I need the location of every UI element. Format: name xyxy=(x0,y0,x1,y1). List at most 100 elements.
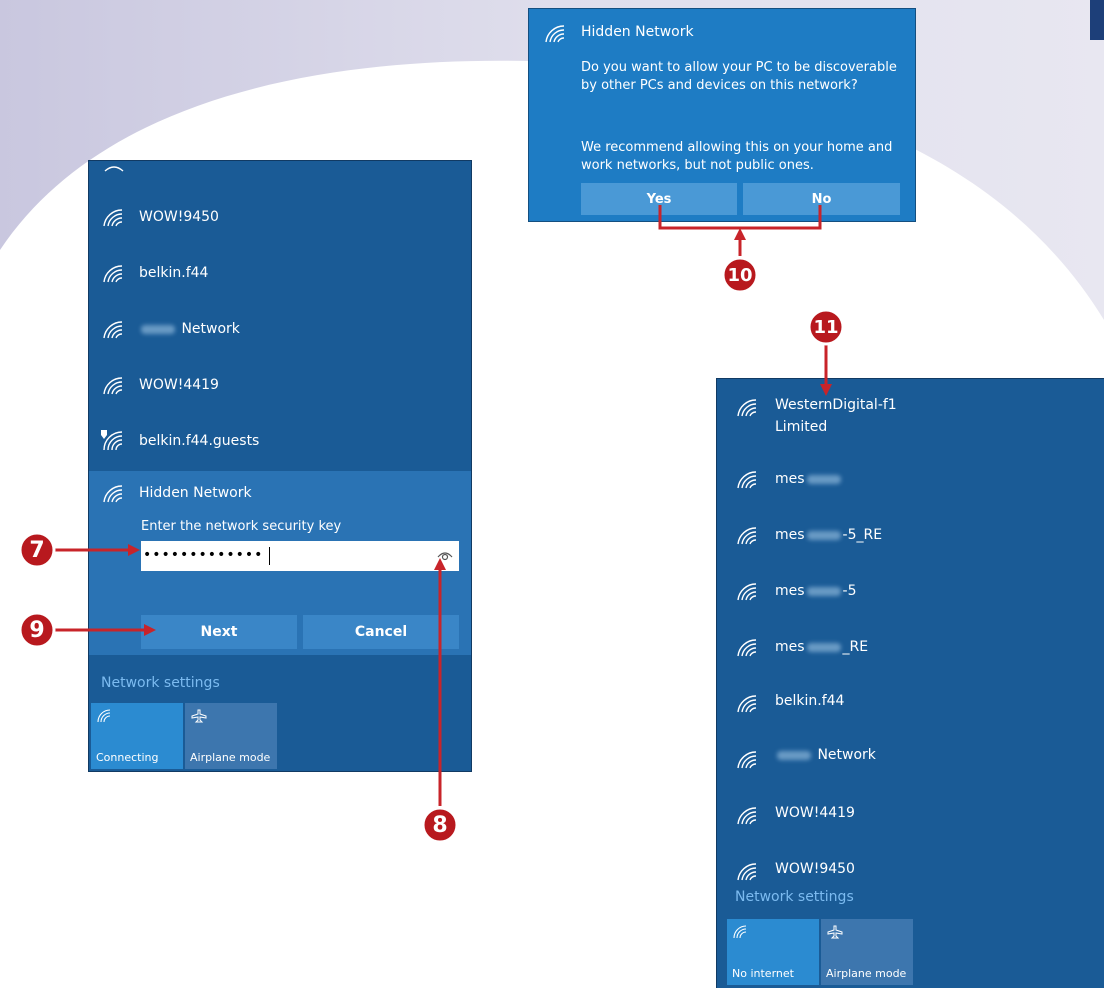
network-item[interactable]: mes xyxy=(717,451,1104,507)
hidden-network-discovery-dialog: Hidden Network Do you want to allow your… xyxy=(528,8,916,222)
network-name: Network xyxy=(181,321,240,337)
dialog-recommendation: We recommend allowing this on your home … xyxy=(581,140,893,173)
wifi-icon xyxy=(733,925,747,939)
selected-network-name: Hidden Network xyxy=(139,485,252,501)
wifi-shield-icon xyxy=(101,430,123,451)
network-name-row: Network xyxy=(139,321,240,337)
callout-number: 9 xyxy=(29,617,45,643)
wifi-icon xyxy=(737,807,757,825)
network-item[interactable]: mes -5_RE xyxy=(717,507,1104,563)
network-name: WOW!4419 xyxy=(139,377,219,393)
network-name-prefix: mes xyxy=(775,527,805,543)
tile-label: No internet xyxy=(732,967,794,980)
callout-number: 11 xyxy=(813,316,839,338)
network-name-row: mes xyxy=(775,471,843,487)
tile-label: Airplane mode xyxy=(190,751,271,764)
network-name: belkin.f44 xyxy=(139,265,209,281)
network-name: belkin.f44 xyxy=(775,693,845,709)
network-name-row: mes -5 xyxy=(775,583,857,599)
callout-number: 8 xyxy=(432,812,448,838)
network-name-row: mes -5_RE xyxy=(775,527,882,543)
network-status: Limited xyxy=(775,419,828,435)
network-settings-link[interactable]: Network settings xyxy=(101,675,220,691)
network-item[interactable]: belkin.f44.guests xyxy=(89,415,471,471)
airplane-icon xyxy=(191,709,207,723)
callout-10: 10 xyxy=(721,256,759,294)
network-item[interactable]: belkin.f44 xyxy=(717,675,1104,731)
blurred-text xyxy=(806,586,841,596)
blurred-text xyxy=(806,530,841,540)
blurred-text xyxy=(806,642,841,652)
wifi-icon xyxy=(103,209,123,227)
network-settings-link[interactable]: Network settings xyxy=(735,889,854,905)
wifi-icon xyxy=(737,583,757,601)
wifi-tile[interactable]: No internet xyxy=(727,919,819,985)
airplane-mode-tile[interactable]: Airplane mode xyxy=(185,703,277,769)
dialog-title: Hidden Network xyxy=(581,24,694,40)
tile-label: Airplane mode xyxy=(826,967,907,980)
network-item[interactable]: WOW!4419 xyxy=(717,787,1104,843)
wifi-icon xyxy=(97,709,111,723)
text-caret xyxy=(269,547,270,565)
wifi-icon xyxy=(545,25,565,43)
wifi-flyout-left: WOW!9450 belkin.f44 Network WOW!4419 bel… xyxy=(88,160,472,772)
network-item[interactable]: WOW!4419 xyxy=(89,359,471,415)
airplane-icon xyxy=(827,925,843,939)
security-key-input[interactable]: ••••••••••••• xyxy=(141,541,459,571)
network-name-suffix: -5_RE xyxy=(842,527,883,543)
network-item[interactable]: WesternDigital-f1 Limited xyxy=(717,379,1104,441)
callout-7: 7 xyxy=(18,531,56,569)
callout-number: 10 xyxy=(727,264,753,286)
network-name-prefix: mes xyxy=(775,639,805,655)
wifi-icon xyxy=(737,527,757,545)
network-name: belkin.f44.guests xyxy=(139,433,260,449)
network-name-suffix: _RE xyxy=(842,639,869,655)
callout-9: 9 xyxy=(18,611,56,649)
network-name: Network xyxy=(817,747,876,763)
airplane-mode-tile[interactable]: Airplane mode xyxy=(821,919,913,985)
reveal-password-icon[interactable] xyxy=(437,548,453,562)
network-item[interactable]: Network xyxy=(89,303,471,359)
tile-label: Connecting xyxy=(96,751,159,764)
wifi-icon xyxy=(103,485,123,503)
network-name-suffix: -5 xyxy=(842,583,857,599)
callout-11: 11 xyxy=(807,308,845,346)
security-key-value: ••••••••••••• xyxy=(143,547,264,563)
corner-tab xyxy=(1090,0,1104,40)
next-button[interactable]: Next xyxy=(141,615,297,649)
network-name-prefix: mes xyxy=(775,583,805,599)
no-button[interactable]: No xyxy=(743,183,900,215)
blurred-text xyxy=(141,324,175,334)
network-item[interactable]: belkin.f44 xyxy=(89,247,471,303)
network-item[interactable]: Network xyxy=(717,731,1104,787)
network-item[interactable]: mes -5 xyxy=(717,563,1104,619)
wifi-flyout-right: WesternDigital-f1 Limited mes mes-5_RE xyxy=(716,378,1104,988)
wifi-icon xyxy=(737,399,757,417)
network-name-row: mes _RE xyxy=(775,639,868,655)
callout-number: 7 xyxy=(29,537,45,563)
network-name: WOW!9450 xyxy=(775,861,855,877)
network-name-prefix: mes xyxy=(775,471,805,487)
security-key-prompt: Enter the network security key xyxy=(141,519,342,534)
network-name: WOW!9450 xyxy=(139,209,219,225)
yes-button[interactable]: Yes xyxy=(581,183,737,215)
wifi-icon xyxy=(103,377,123,395)
network-item[interactable]: WOW!9450 xyxy=(89,191,471,247)
callout-8: 8 xyxy=(421,806,459,844)
wifi-tile[interactable]: Connecting xyxy=(91,703,183,769)
network-name-row: Network xyxy=(775,747,876,763)
wifi-icon xyxy=(737,471,757,489)
blurred-text xyxy=(777,750,811,760)
wifi-icon xyxy=(103,321,123,339)
wifi-icon xyxy=(104,166,124,172)
network-name: WOW!4419 xyxy=(775,805,855,821)
cancel-button[interactable]: Cancel xyxy=(303,615,459,649)
network-name: WesternDigital-f1 xyxy=(775,397,897,413)
wifi-icon xyxy=(737,751,757,769)
dialog-question: Do you want to allow your PC to be disco… xyxy=(581,60,897,93)
wifi-icon xyxy=(737,639,757,657)
wifi-icon xyxy=(737,695,757,713)
network-item[interactable]: mes _RE xyxy=(717,619,1104,675)
wifi-icon xyxy=(737,863,757,881)
blurred-text xyxy=(806,474,841,484)
